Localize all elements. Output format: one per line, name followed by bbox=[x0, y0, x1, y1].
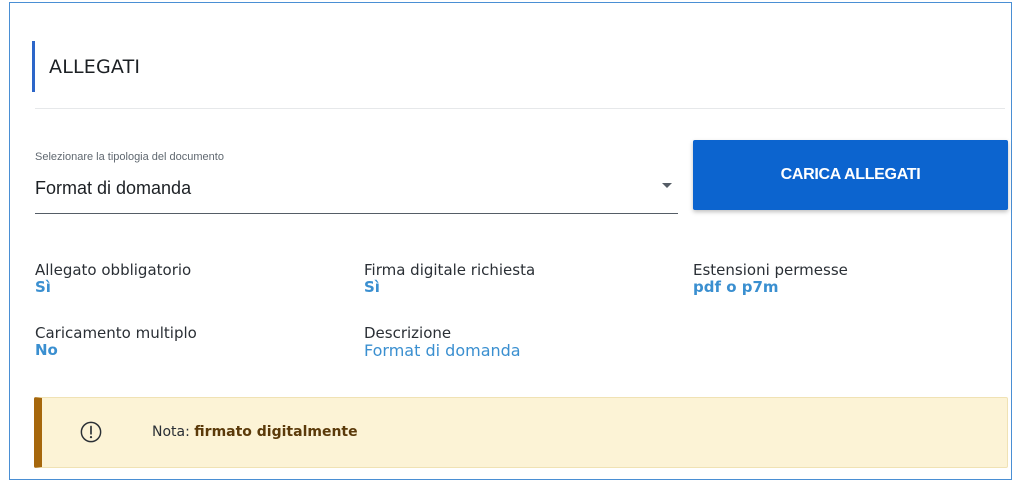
info-signature-label: Firma digitale richiesta bbox=[364, 261, 536, 279]
divider bbox=[35, 108, 1005, 109]
chevron-down-icon[interactable] bbox=[662, 183, 672, 188]
info-description: Descrizione Format di domanda bbox=[364, 324, 521, 360]
info-required-value: Sì bbox=[35, 278, 51, 296]
info-multiple-value: No bbox=[35, 341, 58, 359]
note-prefix: Nota: bbox=[152, 424, 195, 440]
info-multiple: Caricamento multiplo No bbox=[35, 325, 197, 359]
exclamation-circle-icon bbox=[80, 421, 102, 443]
info-required: Allegato obbligatorio Sì bbox=[35, 262, 191, 296]
info-description-label: Descrizione bbox=[364, 324, 452, 342]
info-signature: Firma digitale richiesta Sì bbox=[364, 262, 535, 296]
section-title: ALLEGATI bbox=[49, 55, 141, 78]
info-signature-value: Sì bbox=[364, 278, 380, 296]
info-extensions: Estensioni permesse pdf o p7m bbox=[693, 262, 848, 296]
attachments-card: ALLEGATI Selezionare la tipologia del do… bbox=[9, 2, 1012, 480]
note-emphasis: firmato digitalmente bbox=[194, 424, 358, 440]
info-multiple-label: Caricamento multiplo bbox=[35, 324, 197, 342]
upload-attachments-button[interactable]: CARICA ALLEGATI bbox=[693, 140, 1008, 210]
info-extensions-value: pdf o p7m bbox=[693, 278, 779, 296]
note-alert: Nota: firmato digitalmente bbox=[34, 397, 1008, 468]
info-description-value: Format di domanda bbox=[364, 341, 521, 360]
section-header: ALLEGATI bbox=[32, 41, 140, 92]
info-required-label: Allegato obbligatorio bbox=[35, 261, 192, 279]
document-type-select[interactable]: Selezionare la tipologia del documento F… bbox=[35, 143, 678, 214]
note-text: Nota: firmato digitalmente bbox=[152, 424, 358, 440]
info-extensions-label: Estensioni permesse bbox=[693, 261, 848, 279]
document-type-label: Selezionare la tipologia del documento bbox=[35, 151, 224, 163]
document-type-value[interactable]: Format di domanda bbox=[35, 178, 191, 199]
